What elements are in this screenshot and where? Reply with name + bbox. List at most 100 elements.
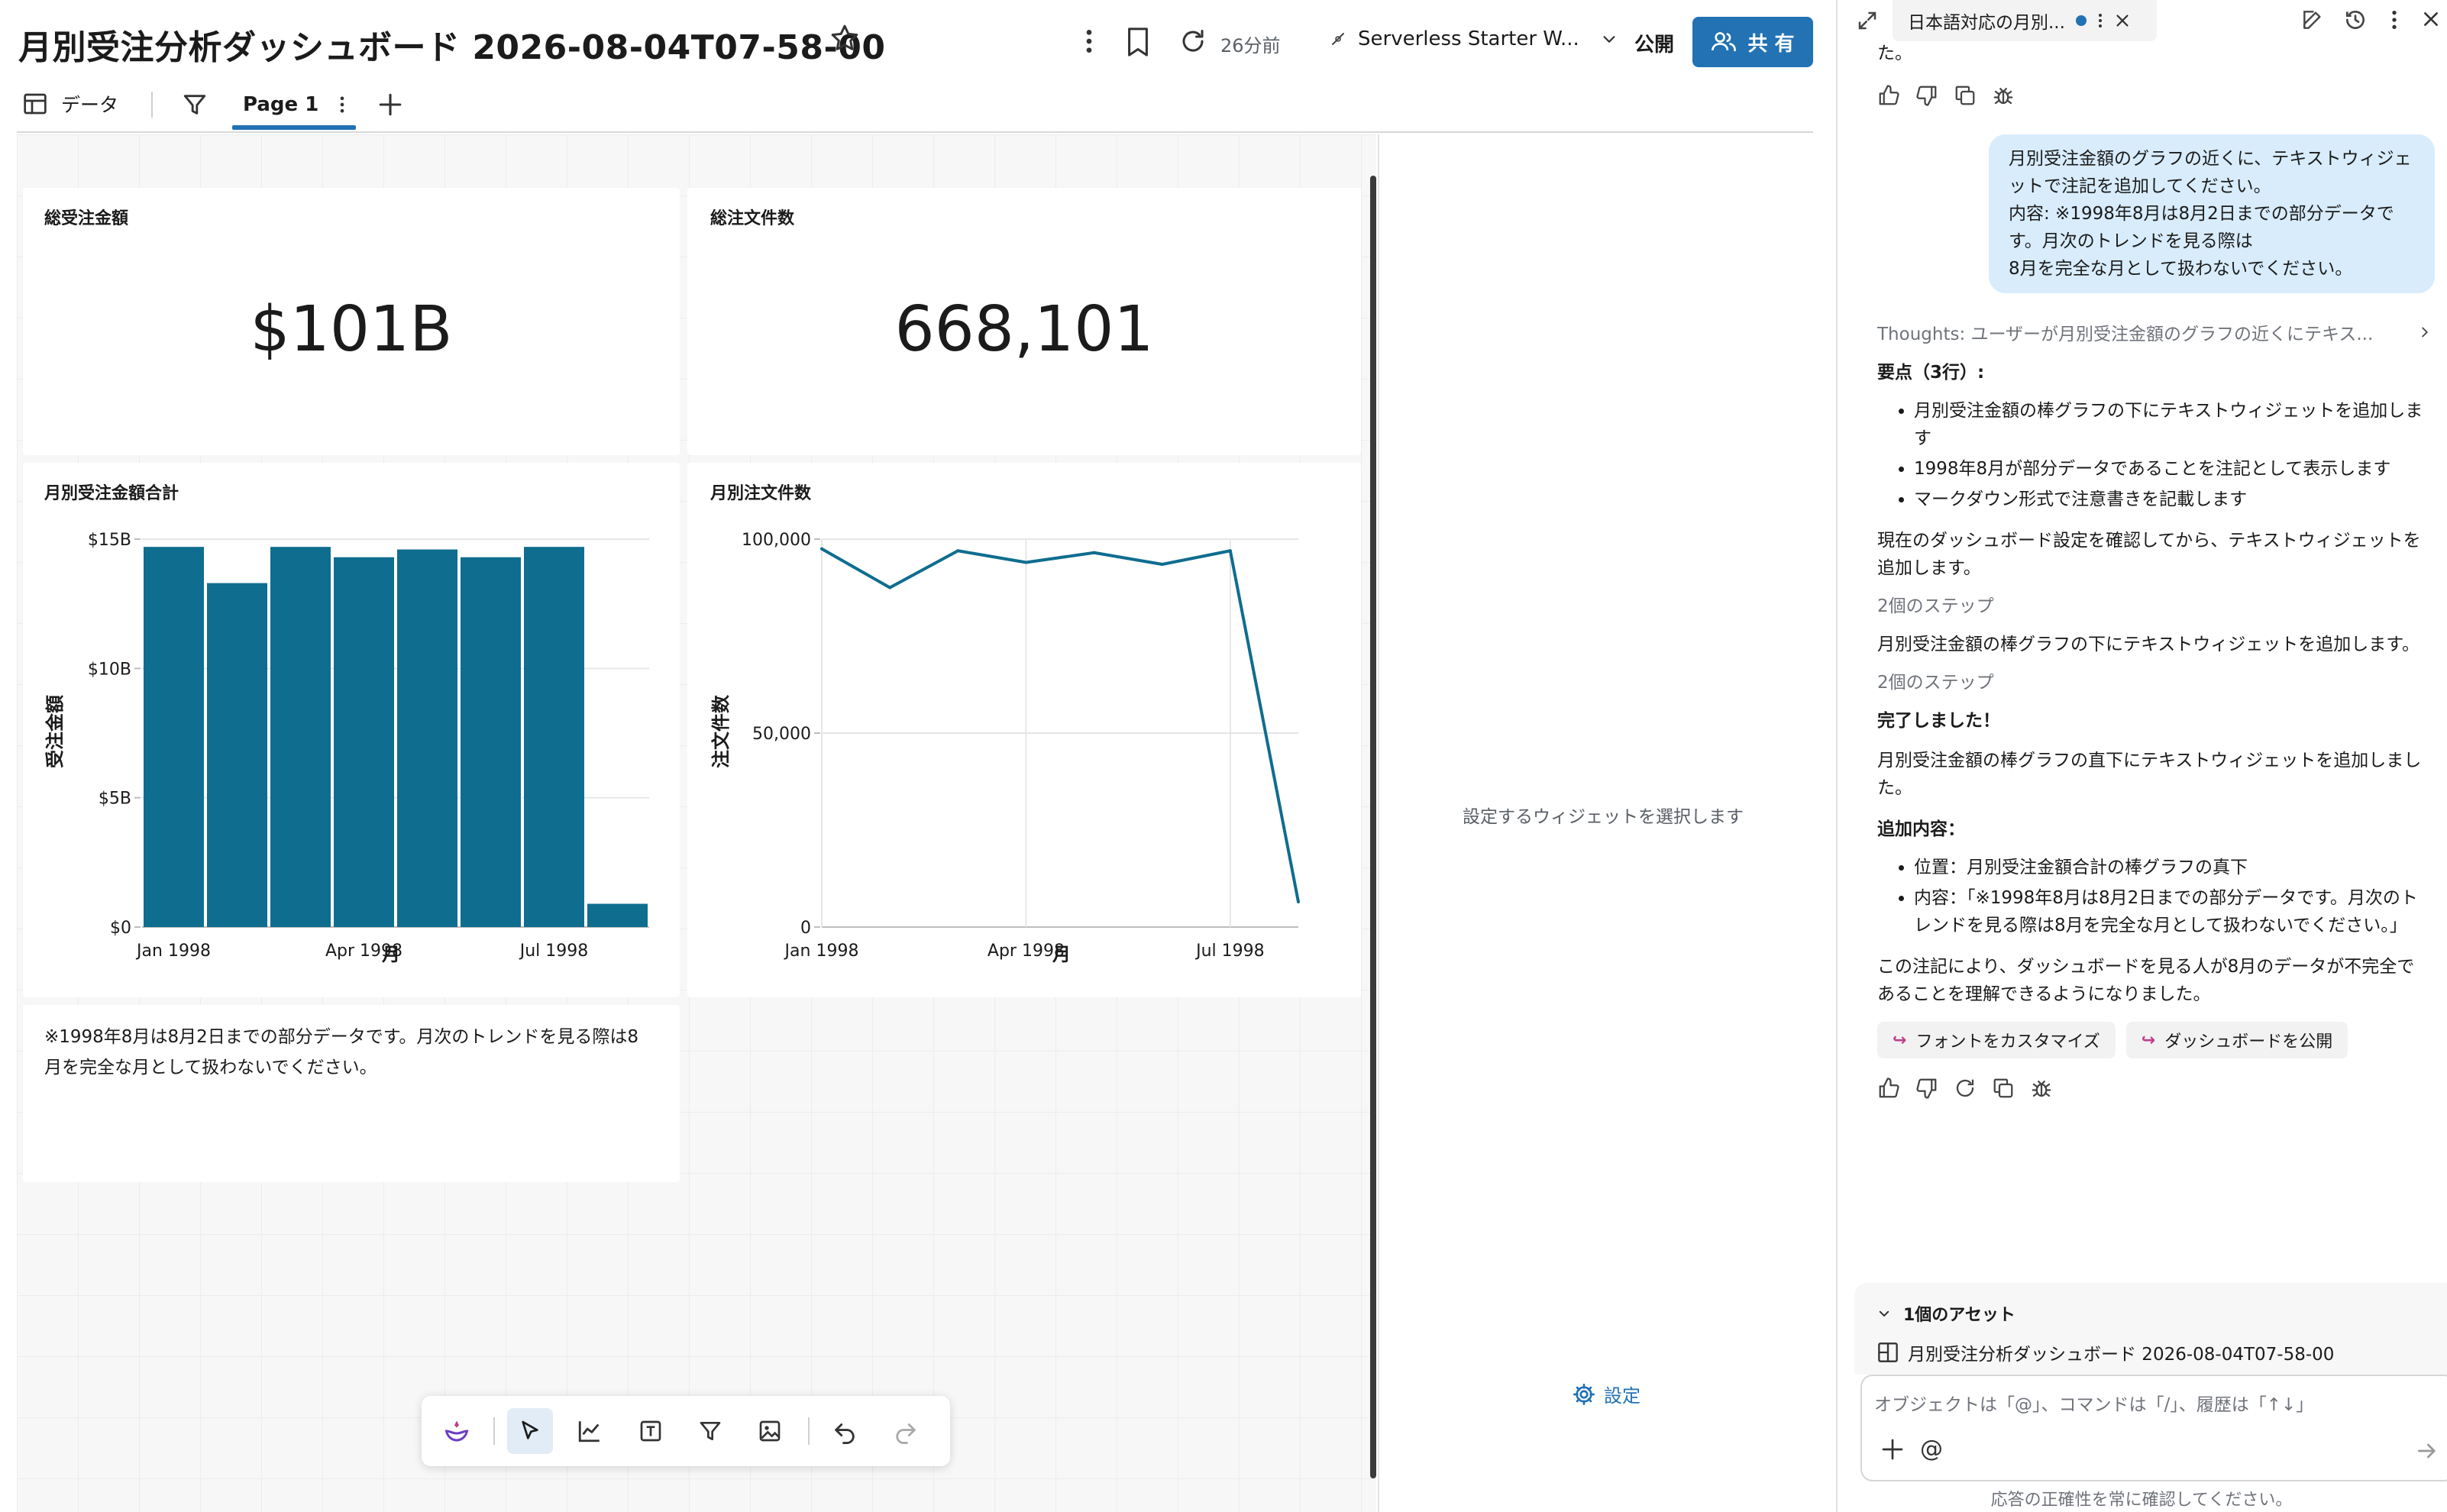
chip-label: フォントをカスタマイズ	[1915, 1032, 2100, 1052]
bar	[270, 547, 331, 927]
expand-icon[interactable]	[1856, 9, 1879, 32]
share-button[interactable]: 共 有	[1692, 17, 1813, 67]
add-text-button[interactable]	[628, 1408, 674, 1454]
send-icon[interactable]	[2415, 1439, 2439, 1463]
bug-report-icon[interactable]	[2030, 1077, 2053, 1100]
chip-label: ダッシュボードを公開	[2164, 1032, 2333, 1052]
bug-report-icon[interactable]	[1992, 84, 2015, 107]
add-icon[interactable]	[1880, 1437, 1905, 1462]
assets-section: 1個のアセット 月別受注分析ダッシュボード 2026-08-04T07-58-0…	[1854, 1283, 2447, 1375]
config-placeholder: 設定するウィジェットを選択します	[1463, 807, 1744, 827]
list-item: 1998年8月が部分データであることを注記として表示します	[1914, 455, 2432, 483]
x-tick-label: Jul 1998	[1194, 942, 1265, 961]
thumbs-down-icon[interactable]	[1915, 84, 1938, 107]
suggestion-chip-font[interactable]: ↪ フォントをカスタマイズ	[1877, 1022, 2116, 1058]
close-panel-icon[interactable]	[2421, 9, 2441, 29]
warehouse-selector[interactable]: Serverless Starter W...	[1329, 27, 1618, 50]
new-chat-icon[interactable]	[2300, 8, 2325, 32]
widget-monthly-amount-chart[interactable]: 月別受注金額合計 $15B $10B $5B $0 Jan 1998 Apr 1998 J…	[23, 463, 680, 997]
counter-value: 668,101	[894, 293, 1154, 366]
asset-item[interactable]: 月別受注分析ダッシュボード 2026-08-04T07-58-00	[1877, 1339, 2334, 1365]
assistant-menu-icon[interactable]	[2390, 8, 2398, 32]
redo-button[interactable]	[883, 1408, 929, 1454]
thumbs-down-icon[interactable]	[1915, 1077, 1938, 1100]
select-tool-button[interactable]	[507, 1408, 553, 1454]
undo-button[interactable]	[822, 1408, 868, 1454]
regenerate-icon[interactable]	[1954, 1077, 1977, 1100]
canvas-scrollbar[interactable]	[1370, 176, 1376, 1478]
data-point	[956, 549, 960, 553]
thumbs-up-icon[interactable]	[1877, 1077, 1900, 1100]
suggestion-chip-publish[interactable]: ↪ ダッシュボードを公開	[2125, 1022, 2348, 1058]
dashboard-canvas[interactable]: 総受注金額 $101B 総注文件数 668,101 月別受注金額合計 $15B $…	[17, 134, 1376, 1512]
bar	[397, 549, 457, 927]
data-point	[888, 586, 892, 590]
y-tick-label: 100,000	[742, 531, 811, 550]
previous-feedback-row	[1877, 84, 2015, 107]
tab-menu-icon[interactable]	[2097, 11, 2103, 30]
chevron-down-icon	[1877, 1307, 1891, 1320]
refresh-icon[interactable]	[1179, 27, 1207, 55]
assistant-tab[interactable]: 日本語対応の月別...	[1893, 0, 2157, 41]
refresh-time: 26分前	[1220, 35, 1281, 57]
add-filter-button[interactable]	[687, 1408, 733, 1454]
star-icon[interactable]	[829, 23, 860, 53]
close-icon[interactable]	[2114, 12, 2131, 29]
dashboard-header: 月別受注分析ダッシュボード 2026-08-04T07-58-00 26分前 S…	[0, 0, 1825, 134]
bookmark-icon[interactable]	[1126, 27, 1150, 57]
add-chart-button[interactable]	[567, 1408, 613, 1454]
widget-monthly-orders-chart[interactable]: 月別注文件数 100,000 50,000 0 Jan 1998 Apr 1998 Ju…	[687, 463, 1361, 997]
page-tab-label: Page 1	[243, 93, 319, 116]
add-page-icon[interactable]	[377, 92, 403, 118]
y-tick-label: $10B	[88, 660, 131, 679]
x-axis-title: 月	[381, 944, 400, 965]
tab-divider	[151, 92, 153, 118]
steps-toggle[interactable]: 2個のステップ	[1877, 669, 2432, 696]
tabs-divider	[17, 131, 1813, 133]
publish-button[interactable]: 公開	[1634, 29, 1674, 57]
copy-icon[interactable]	[1992, 1077, 2015, 1100]
suggestion-arrow-icon: ↪	[1893, 1030, 1907, 1050]
toolbar-divider	[493, 1417, 495, 1445]
table-icon	[23, 92, 47, 115]
suggestion-arrow-icon: ↪	[2141, 1030, 2156, 1050]
bar	[461, 557, 521, 927]
widget-total-orders[interactable]: 総注文件数 668,101	[687, 188, 1361, 455]
page-title: 月別受注分析ダッシュボード 2026-08-04T07-58-00	[18, 28, 886, 67]
list-item: 月別受注金額の棒グラフの下にテキストウィジェットを追加します	[1914, 397, 2432, 452]
settings-label: 設定	[1604, 1385, 1640, 1407]
steps-toggle[interactable]: 2個のステップ	[1877, 593, 2432, 620]
history-icon[interactable]	[2343, 8, 2368, 32]
thumbs-up-icon[interactable]	[1877, 84, 1900, 107]
widget-note-text[interactable]: ※1998年8月は8月2日までの部分データです。月次のトレンドを見る際は8月を完…	[23, 1005, 680, 1182]
x-axis-title: 月	[1052, 944, 1071, 965]
data-point	[1160, 563, 1164, 567]
more-menu-icon[interactable]	[1078, 26, 1100, 57]
chat-input-box[interactable]: オブジェクトは「@」、コマンドは「/」、履歴は「↑↓」 @	[1860, 1375, 2447, 1481]
done-heading: 完了しました！	[1877, 711, 2000, 731]
chevron-right-icon	[2418, 324, 2432, 341]
suggestion-chips: ↪ フォントをカスタマイズ ↪ ダッシュボードを公開	[1877, 1022, 2432, 1058]
y-tick-label: $5B	[99, 790, 131, 809]
assets-toggle[interactable]: 1個のアセット	[1877, 1301, 2015, 1326]
chevron-down-icon	[1601, 31, 1618, 47]
mention-icon[interactable]: @	[1920, 1436, 1943, 1462]
active-tab-indicator	[232, 125, 356, 130]
unsaved-dot-icon	[2075, 15, 2087, 26]
bar	[587, 903, 648, 927]
x-tick-label: Jan 1998	[784, 942, 859, 961]
widget-total-amount[interactable]: 総受注金額 $101B	[23, 188, 680, 455]
page-menu-icon[interactable]	[338, 94, 346, 115]
settings-button[interactable]: 設定	[1572, 1381, 1640, 1407]
chat-input[interactable]: オブジェクトは「@」、コマンドは「/」、履歴は「↑↓」	[1874, 1390, 2313, 1416]
add-image-button[interactable]	[747, 1408, 793, 1454]
assistant-toolbar-button[interactable]	[434, 1408, 480, 1454]
bar	[207, 583, 267, 927]
response-paragraph: この注記により、ダッシュボードを見る人が8月のデータが不完全であることを理解でき…	[1877, 957, 2415, 1004]
tab-page-1[interactable]: Page 1	[243, 93, 346, 116]
response-paragraph: 現在のダッシュボード設定を確認してから、テキストウィジェットを追加します。	[1877, 531, 2421, 578]
filter-icon[interactable]	[182, 92, 208, 118]
thoughts-toggle[interactable]: Thoughts: ユーザーが月別受注金額のグラフの近くにテキス...	[1877, 319, 2432, 345]
copy-icon[interactable]	[1954, 84, 1977, 107]
data-tab[interactable]: データ	[23, 90, 118, 118]
